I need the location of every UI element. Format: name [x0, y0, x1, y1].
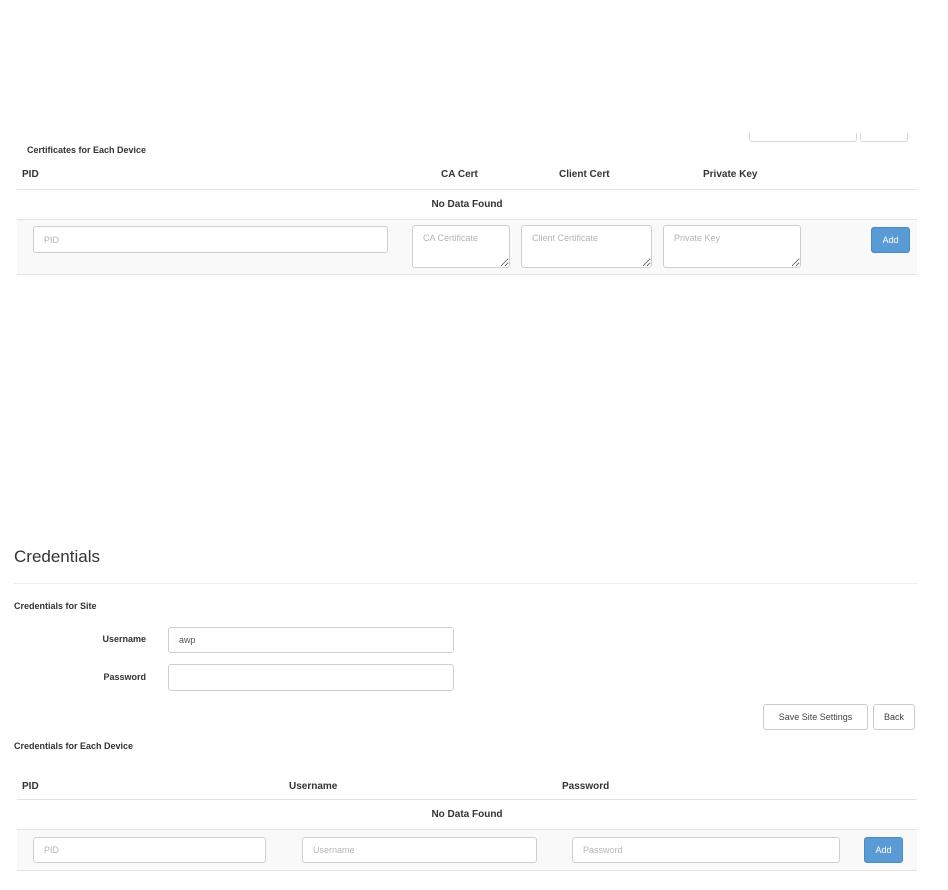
site-password-label: Password: [103, 672, 146, 682]
cert-col-ca: CA Cert: [441, 169, 478, 180]
cert-header-divider: [17, 189, 917, 190]
site-username-input[interactable]: [168, 627, 454, 653]
credentials-heading-divider: [14, 583, 918, 584]
certificates-caption: Certificates for Each Device: [27, 145, 147, 155]
cert-col-client: Client Cert: [559, 169, 610, 180]
cred-form-divider: [17, 870, 917, 871]
cred-col-username: Username: [289, 781, 338, 792]
cert-add-button[interactable]: Add: [871, 227, 910, 253]
site-credentials-caption: Credentials for Site: [14, 601, 97, 611]
cred-empty-text: No Data Found: [431, 809, 503, 820]
top-button-partial[interactable]: [860, 133, 908, 142]
site-password-input[interactable]: [168, 664, 454, 691]
cert-client-textarea[interactable]: [521, 225, 652, 268]
cred-password-input[interactable]: [572, 837, 840, 863]
top-select-partial[interactable]: [749, 133, 857, 142]
cert-key-textarea[interactable]: [663, 225, 801, 268]
cert-pid-input[interactable]: [33, 226, 388, 253]
cert-col-pid: PID: [22, 169, 39, 180]
credentials-heading: Credentials: [14, 547, 100, 566]
cred-add-button[interactable]: Add: [864, 837, 903, 863]
device-credentials-caption: Credentials for Each Device: [14, 741, 134, 751]
cred-col-pid: PID: [22, 781, 39, 792]
cert-col-key: Private Key: [703, 169, 758, 180]
site-username-label: Username: [102, 634, 146, 644]
cred-header-divider: [17, 799, 917, 800]
cred-col-password: Password: [562, 781, 610, 792]
back-button[interactable]: Back: [873, 704, 915, 730]
cert-form-divider: [17, 274, 917, 275]
cert-ca-textarea[interactable]: [412, 225, 510, 268]
cred-pid-input[interactable]: [33, 837, 266, 863]
save-site-settings-button[interactable]: Save Site Settings: [763, 704, 868, 730]
cert-empty-text: No Data Found: [431, 199, 503, 210]
cred-username-input[interactable]: [302, 837, 537, 863]
